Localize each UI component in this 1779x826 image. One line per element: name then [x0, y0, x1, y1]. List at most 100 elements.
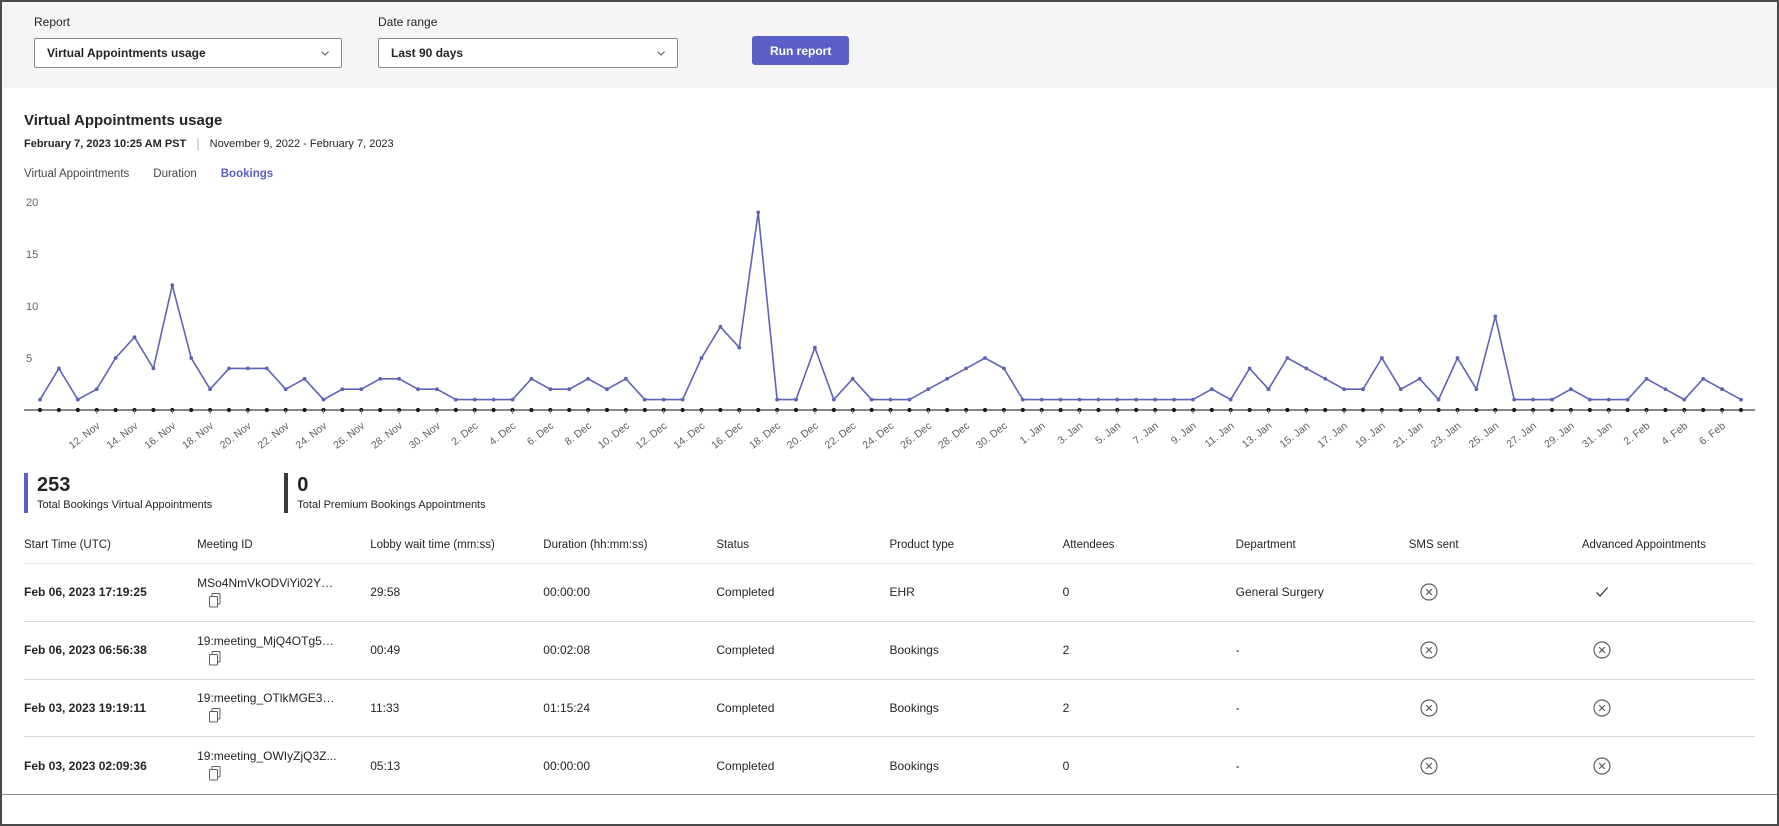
copy-icon[interactable] [205, 648, 225, 668]
cell-meeting_id: 19:meeting_MjQ4OTg5Z... [197, 621, 370, 679]
date-range-field: Date range Last 90 days [378, 15, 678, 68]
column-header-sms: SMS sent [1409, 531, 1582, 564]
svg-text:10: 10 [26, 301, 38, 313]
cell-start: Feb 03, 2023 02:09:36 [24, 737, 197, 794]
cell-start: Feb 06, 2023 17:19:25 [24, 564, 197, 622]
circle-x-icon [1419, 640, 1439, 660]
chevron-down-icon [655, 47, 667, 59]
cell-start: Feb 06, 2023 06:56:38 [24, 621, 197, 679]
report-content: Virtual Appointments usage February 7, 2… [2, 88, 1777, 795]
column-header-attendees: Attendees [1063, 531, 1236, 564]
cell-meeting_id: 19:meeting_OTlkMGE3Z... [197, 679, 370, 737]
page-title: Virtual Appointments usage [24, 112, 1755, 129]
cell-lobby: 00:49 [370, 621, 543, 679]
svg-text:8. Dec: 8. Dec [563, 420, 594, 448]
tab-bookings[interactable]: Bookings [221, 168, 273, 180]
svg-text:13. Jan: 13. Jan [1240, 420, 1275, 451]
date-range-select-value: Last 90 days [391, 46, 463, 60]
total-premium-metric: 0 Total Premium Bookings Appointments [284, 473, 485, 513]
svg-text:20: 20 [26, 197, 38, 209]
virtual-appointments-report-page: Report Virtual Appointments usage Date r… [0, 0, 1779, 826]
cell-lobby: 11:33 [370, 679, 543, 737]
total-premium-value: 0 [297, 474, 485, 497]
svg-text:19. Jan: 19. Jan [1353, 420, 1388, 451]
date-range-text: November 9, 2022 - February 7, 2023 [210, 138, 394, 150]
cell-meeting_id: MSo4NmVkODViYi02Yz... [197, 564, 370, 622]
svg-text:21. Jan: 21. Jan [1391, 420, 1426, 451]
svg-text:4. Dec: 4. Dec [487, 420, 518, 448]
svg-text:2. Dec: 2. Dec [449, 420, 480, 448]
cell-status: Completed [716, 564, 889, 622]
copy-icon[interactable] [205, 590, 225, 610]
report-select-value: Virtual Appointments usage [47, 46, 206, 60]
svg-text:20. Dec: 20. Dec [785, 420, 821, 452]
svg-text:22. Nov: 22. Nov [256, 419, 292, 451]
svg-text:28. Dec: 28. Dec [936, 420, 972, 452]
svg-text:24. Dec: 24. Dec [860, 420, 896, 452]
check-icon [1592, 582, 1612, 602]
column-header-department: Department [1236, 531, 1409, 564]
run-report-button[interactable]: Run report [752, 36, 849, 65]
copy-icon[interactable] [205, 763, 225, 783]
cell-advanced [1582, 737, 1755, 794]
cell-duration: 00:00:00 [543, 564, 716, 622]
svg-text:20. Nov: 20. Nov [218, 419, 254, 451]
svg-text:16. Nov: 16. Nov [142, 419, 178, 451]
svg-text:24. Nov: 24. Nov [293, 419, 329, 451]
cell-attendees: 2 [1063, 679, 1236, 737]
cell-duration: 00:02:08 [543, 621, 716, 679]
svg-text:11. Jan: 11. Jan [1203, 420, 1237, 450]
date-range-label: Date range [378, 15, 678, 29]
circle-x-icon [1419, 582, 1439, 602]
svg-text:17. Jan: 17. Jan [1315, 420, 1350, 451]
cell-department: General Surgery [1236, 564, 1409, 622]
cell-department: - [1236, 621, 1409, 679]
table-row: Feb 03, 2023 02:09:3619:meeting_OWIyZjQ3… [24, 737, 1755, 794]
cell-product: Bookings [889, 621, 1062, 679]
circle-x-icon [1592, 698, 1612, 718]
svg-text:7. Jan: 7. Jan [1131, 420, 1161, 447]
column-header-status: Status [716, 531, 889, 564]
svg-text:2. Feb: 2. Feb [1621, 420, 1652, 448]
svg-text:31. Jan: 31. Jan [1580, 420, 1615, 451]
svg-text:18. Dec: 18. Dec [747, 420, 783, 452]
svg-text:27. Jan: 27. Jan [1504, 420, 1539, 451]
report-meta: February 7, 2023 10:25 AM PST | November… [24, 136, 1755, 151]
cell-department: - [1236, 679, 1409, 737]
cell-sms [1409, 564, 1582, 622]
total-bookings-metric: 253 Total Bookings Virtual Appointments [24, 473, 212, 513]
appointments-table: Start Time (UTC)Meeting IDLobby wait tim… [24, 531, 1755, 794]
column-header-duration: Duration (hh:mm:ss) [543, 531, 716, 564]
column-header-product: Product type [889, 531, 1062, 564]
cell-attendees: 0 [1063, 737, 1236, 794]
svg-text:3. Jan: 3. Jan [1055, 420, 1085, 447]
cell-advanced [1582, 679, 1755, 737]
report-select[interactable]: Virtual Appointments usage [34, 38, 342, 68]
tab-duration[interactable]: Duration [153, 168, 196, 180]
svg-text:10. Dec: 10. Dec [596, 420, 632, 452]
svg-text:25. Jan: 25. Jan [1467, 420, 1502, 451]
total-bookings-value: 253 [37, 474, 212, 497]
svg-text:14. Dec: 14. Dec [671, 420, 707, 452]
date-range-select[interactable]: Last 90 days [378, 38, 678, 68]
column-header-start: Start Time (UTC) [24, 531, 197, 564]
cell-product: Bookings [889, 737, 1062, 794]
bottom-divider [2, 794, 1777, 795]
svg-text:6. Feb: 6. Feb [1697, 420, 1728, 448]
cell-advanced [1582, 564, 1755, 622]
cell-status: Completed [716, 737, 889, 794]
tab-virtual-appointments[interactable]: Virtual Appointments [24, 168, 129, 180]
svg-text:15. Jan: 15. Jan [1278, 420, 1313, 451]
svg-text:5: 5 [26, 353, 32, 365]
copy-icon[interactable] [205, 705, 225, 725]
column-header-meeting_id: Meeting ID [197, 531, 370, 564]
bookings-usage-chart: 510152012. Nov14. Nov16. Nov18. Nov20. N… [24, 190, 1755, 469]
svg-text:18. Nov: 18. Nov [180, 419, 216, 451]
circle-x-icon [1592, 756, 1612, 776]
table-row: Feb 06, 2023 06:56:3819:meeting_MjQ4OTg5… [24, 621, 1755, 679]
cell-duration: 00:00:00 [543, 737, 716, 794]
table-row: Feb 06, 2023 17:19:25MSo4NmVkODViYi02Yz.… [24, 564, 1755, 622]
report-toolbar: Report Virtual Appointments usage Date r… [2, 2, 1777, 88]
report-tabs: Virtual Appointments Duration Bookings [24, 168, 1755, 180]
svg-text:6. Dec: 6. Dec [525, 420, 556, 448]
